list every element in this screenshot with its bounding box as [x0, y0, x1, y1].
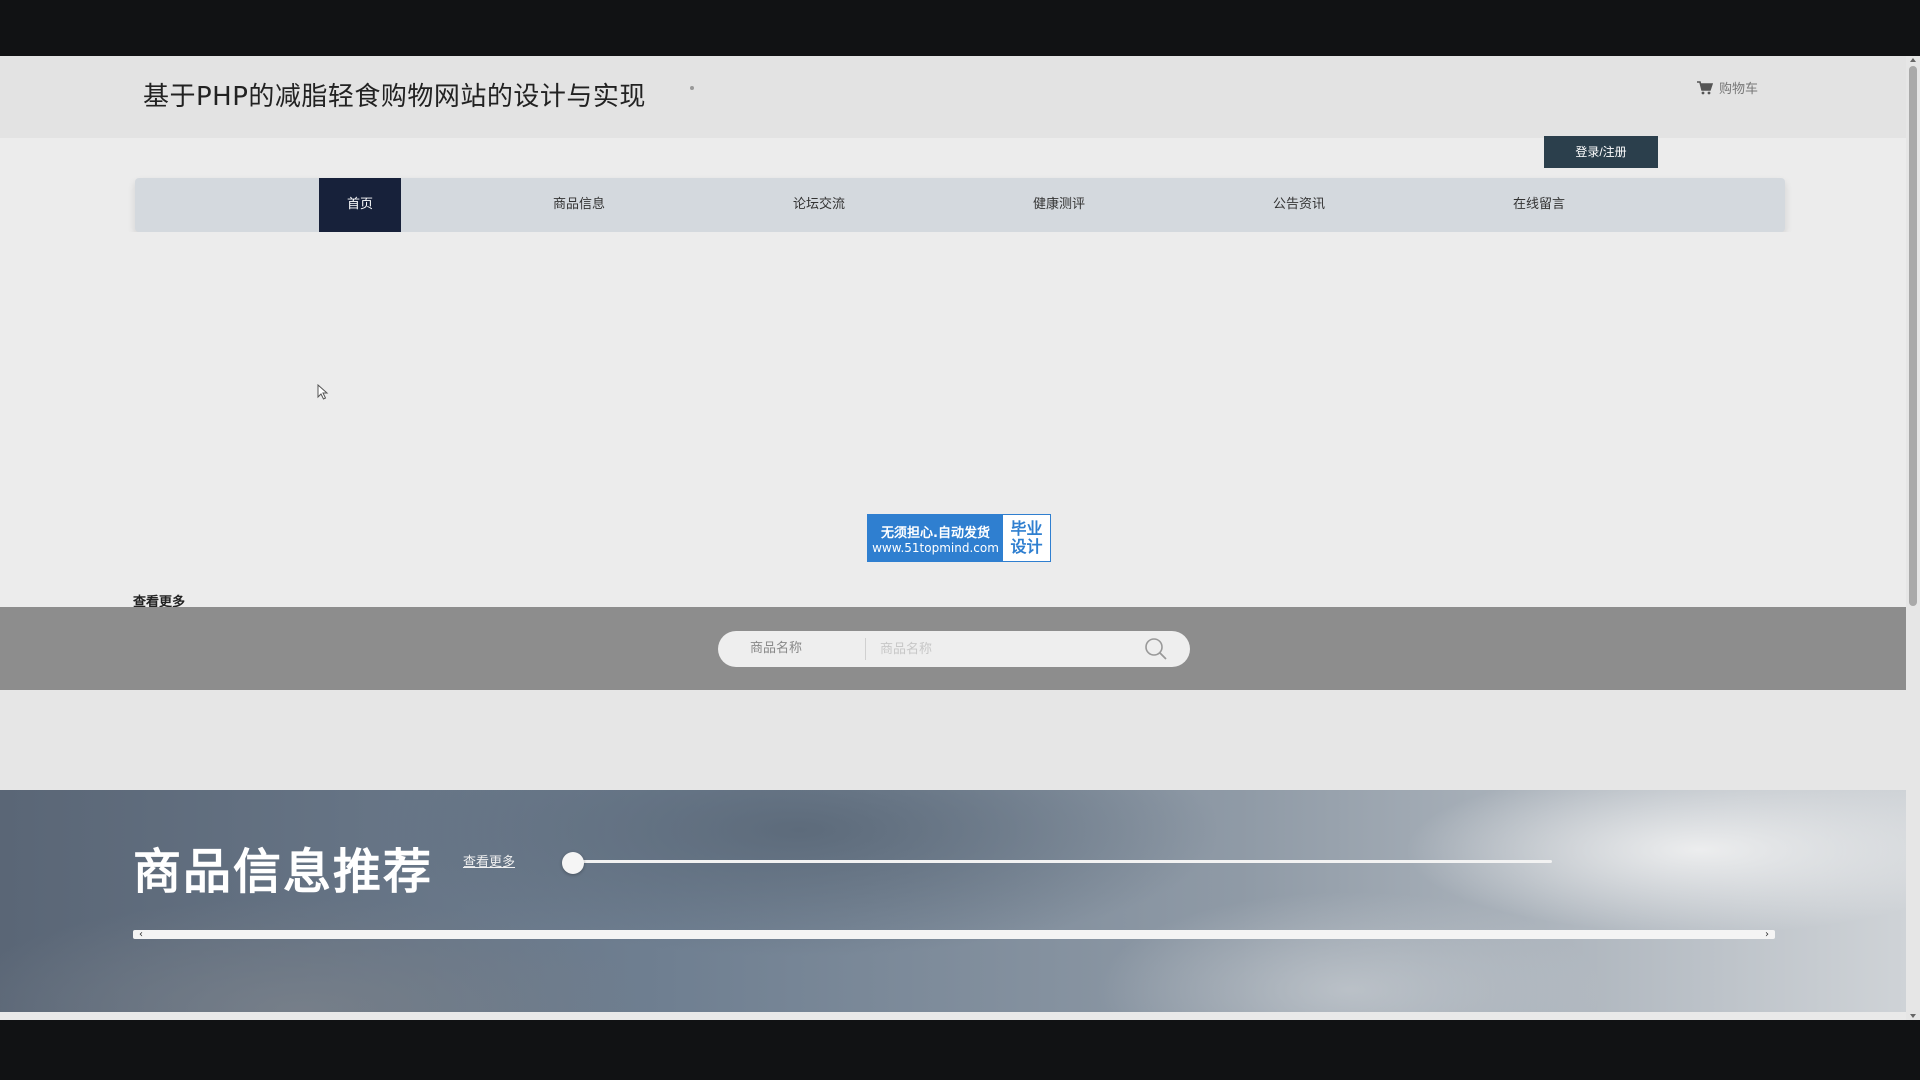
- search-icon[interactable]: [1136, 631, 1176, 667]
- nav-item-announcements[interactable]: 公告资讯: [1249, 178, 1349, 232]
- scroll-up-icon[interactable]: [1910, 58, 1916, 62]
- recommend-section: 商品信息推荐 查看更多 ‹ ›: [0, 790, 1906, 1012]
- nav-item-home[interactable]: 首页: [319, 178, 401, 232]
- nav-item-messages[interactable]: 在线留言: [1489, 178, 1589, 232]
- scrollbar-thumb[interactable]: [1909, 66, 1917, 606]
- chevron-right-icon[interactable]: ›: [1765, 930, 1769, 940]
- nav-item-forum[interactable]: 论坛交流: [769, 178, 869, 232]
- mouse-cursor-icon: [317, 383, 329, 404]
- bottom-letterbox: [0, 1020, 1920, 1080]
- search-field-label: 商品名称: [718, 638, 866, 660]
- site-header: 基于PHP的减脂轻食购物网站的设计与实现 购物车: [0, 56, 1906, 138]
- search-bar: 商品名称: [718, 631, 1190, 667]
- nav-item-products[interactable]: 商品信息: [529, 178, 629, 232]
- badge-text-1: 毕业: [1010, 519, 1043, 538]
- scroll-down-icon[interactable]: [1910, 1014, 1916, 1018]
- web-page: 基于PHP的减脂轻食购物网站的设计与实现 购物车 登录/注册 首页 商品信息 论…: [0, 56, 1906, 1020]
- nav-item-health-assessment[interactable]: 健康测评: [1009, 178, 1109, 232]
- recommend-view-more-link[interactable]: 查看更多: [463, 851, 515, 870]
- content-gap: [0, 690, 1906, 790]
- site-title: 基于PHP的减脂轻食购物网站的设计与实现: [143, 82, 646, 112]
- cart-icon: [1697, 80, 1713, 95]
- decorative-dot: [690, 86, 694, 90]
- badge-slogan: 无须担心.自动发货: [881, 525, 990, 541]
- page-scrollbar[interactable]: [1906, 56, 1920, 1020]
- watermark-badge: 无须担心.自动发货 www.51topmind.com 毕业 设计: [867, 514, 1051, 562]
- carousel-scrollbar[interactable]: ‹ ›: [133, 930, 1775, 940]
- main-nav: 首页 商品信息 论坛交流 健康测评 公告资讯 在线留言: [135, 178, 1785, 232]
- slider-track[interactable]: [570, 860, 1552, 863]
- top-letterbox: [0, 0, 1920, 56]
- badge-url: www.51topmind.com: [872, 540, 999, 555]
- page-bottom: [0, 1012, 1906, 1020]
- chevron-left-icon[interactable]: ‹: [139, 930, 143, 940]
- search-input[interactable]: [866, 634, 1136, 664]
- cart-label: 购物车: [1719, 82, 1759, 97]
- cart-link[interactable]: 购物车: [1697, 78, 1758, 97]
- badge-text-2: 设计: [1010, 537, 1043, 556]
- recommend-title: 商品信息推荐: [133, 844, 434, 900]
- login-register-button[interactable]: 登录/注册: [1544, 136, 1658, 168]
- search-band: 商品名称: [0, 607, 1906, 690]
- slider-knob[interactable]: [562, 852, 584, 874]
